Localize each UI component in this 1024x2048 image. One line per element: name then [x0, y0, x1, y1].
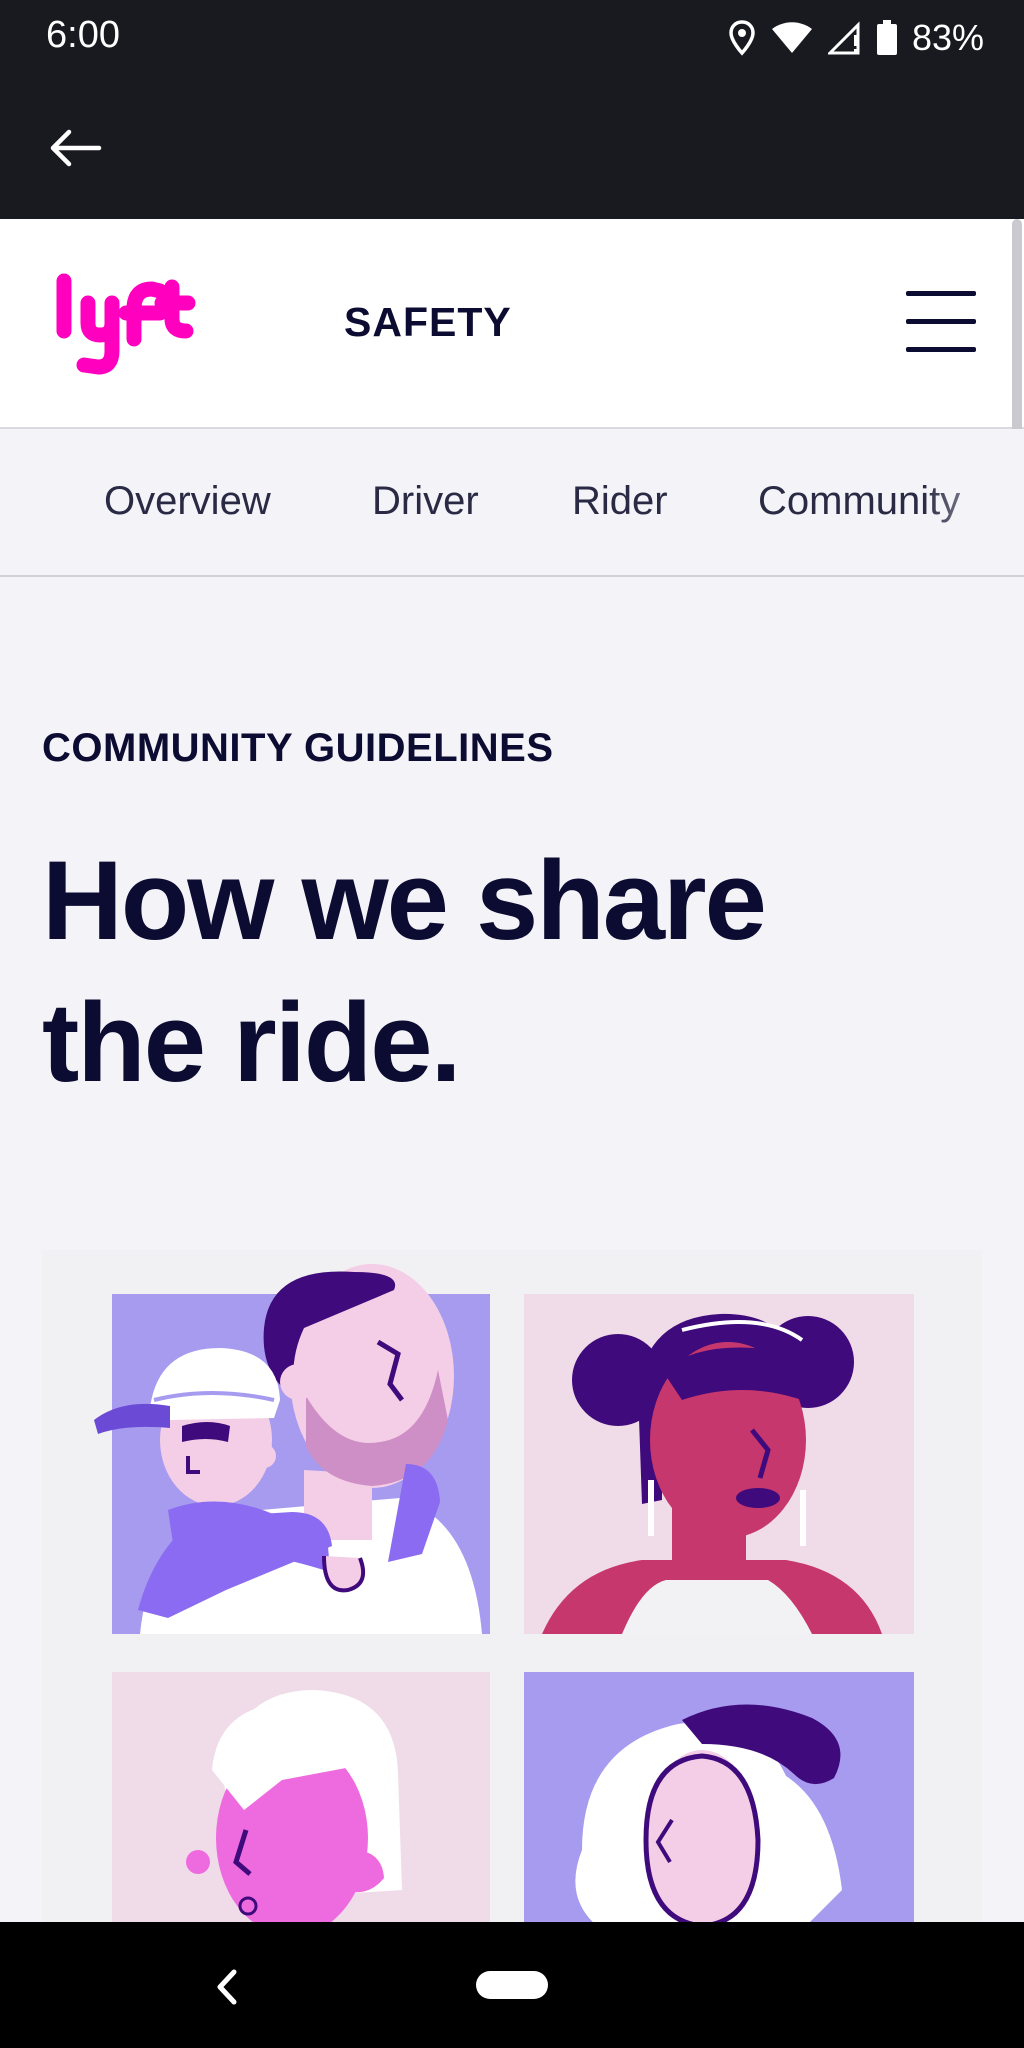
location-icon	[729, 20, 755, 56]
battery-icon	[876, 20, 897, 55]
back-button[interactable]	[40, 118, 110, 178]
system-nav-bar	[0, 1922, 1024, 2048]
hamburger-menu-button[interactable]	[906, 291, 976, 353]
community-illustration	[42, 1250, 982, 1922]
tab-overview[interactable]: Overview	[104, 479, 271, 524]
headline-line-2: the ride.	[42, 980, 462, 1105]
tab-driver[interactable]: Driver	[372, 479, 479, 524]
app-bar	[0, 76, 1024, 219]
status-icons: 83%	[728, 12, 984, 64]
illustration-father-child	[94, 1264, 490, 1634]
status-bar: 6:00 83%	[0, 0, 1024, 76]
wifi-icon	[771, 22, 812, 53]
headline-line-1: How we share	[42, 838, 767, 963]
illustration-woman-buns	[524, 1294, 914, 1634]
section-title: SAFETY	[344, 299, 512, 345]
page-headline: How we share the ride.	[42, 830, 942, 1114]
home-pill-icon[interactable]	[476, 1971, 548, 1999]
tab-rider[interactable]: Rider	[572, 479, 668, 524]
signal-icon	[827, 21, 860, 55]
status-time: 6:00	[46, 14, 120, 56]
lyft-logo[interactable]: lyft	[54, 273, 196, 377]
safety-subnav: Overview Driver Rider Community	[0, 429, 1024, 577]
site-header: lyft SAFETY	[0, 219, 1024, 429]
back-icon[interactable]	[200, 1964, 256, 2010]
tab-overflow-fade	[924, 429, 1024, 575]
battery-percent: 83%	[911, 17, 984, 58]
page-eyebrow: COMMUNITY GUIDELINES	[42, 726, 554, 770]
back-arrow-icon	[50, 129, 102, 167]
illustration-person-white-hair	[112, 1672, 490, 1922]
illustration-person-beret	[524, 1672, 914, 1922]
